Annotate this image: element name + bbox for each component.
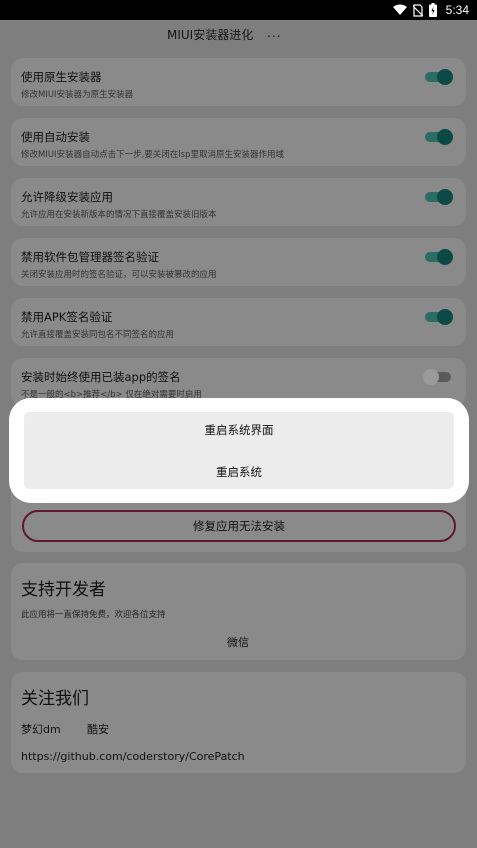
support-card: 支持开发者 此应用将一直保持免费，欢迎各位支持 微信: [11, 563, 466, 660]
setting-title: 允许降级安装应用: [21, 190, 113, 204]
setting-description: 修改MIUI安装器自动点击下一步,要关闭在lsp里取消原生安装器作用域: [21, 150, 284, 160]
clock: 5:34: [445, 3, 469, 17]
disable-apk-signature-toggle[interactable]: [423, 309, 453, 325]
restart-system-button[interactable]: 重启系统: [24, 455, 454, 489]
restart-dialog: 重启系统界面 重启系统: [9, 398, 469, 503]
setting-title: 禁用软件包管理器签名验证: [21, 250, 159, 264]
sim-off-icon: [412, 3, 423, 17]
restart-options: 重启系统界面 重启系统: [24, 412, 454, 489]
setting-description: 允许直接覆盖安装同包名不同签名的应用: [21, 330, 175, 340]
app-bar: MIUI安装器进化 ...: [0, 20, 477, 50]
app-title: MIUI安装器进化: [167, 28, 254, 42]
setting-native-installer[interactable]: 使用原生安装器 修改MIUI安装器为原生安装器: [11, 58, 466, 106]
allow-downgrade-toggle[interactable]: [423, 189, 453, 205]
disable-pm-signature-toggle[interactable]: [423, 249, 453, 265]
setting-allow-downgrade[interactable]: 允许降级安装应用 允许应用在安装新版本的情况下直接覆盖安装旧版本: [11, 178, 466, 226]
wifi-icon: [392, 4, 407, 16]
setting-title: 禁用APK签名验证: [21, 310, 113, 324]
setting-title: 使用原生安装器: [21, 70, 102, 84]
setting-disable-pm-signature[interactable]: 禁用软件包管理器签名验证 关闭安装应用时的签名验证，可以安装被篡改的应用: [11, 238, 466, 286]
wechat-button[interactable]: 微信: [227, 634, 249, 650]
use-installed-signature-toggle[interactable]: [423, 369, 453, 385]
restart-system-ui-button[interactable]: 重启系统界面: [24, 413, 454, 447]
overflow-menu-button[interactable]: ...: [267, 26, 281, 40]
setting-description: 修改MIUI安装器为原生安装器: [21, 90, 134, 100]
setting-description: 允许应用在安装新版本的情况下直接覆盖安装旧版本: [21, 210, 217, 220]
support-heading: 支持开发者: [21, 580, 106, 600]
setting-disable-apk-signature[interactable]: 禁用APK签名验证 允许直接覆盖安装同包名不同签名的应用: [11, 298, 466, 346]
setting-auto-install[interactable]: 使用自动安装 修改MIUI安装器自动点击下一步,要关闭在lsp里取消原生安装器作…: [11, 118, 466, 166]
author-link-kuan[interactable]: 酷安: [87, 721, 109, 737]
native-installer-toggle[interactable]: [423, 69, 453, 85]
auto-install-toggle[interactable]: [423, 129, 453, 145]
follow-card: 关注我们 梦幻dm 酷安 https://github.com/codersto…: [11, 672, 466, 773]
repair-install-button[interactable]: 修复应用无法安装: [22, 510, 456, 542]
setting-title: 安装时始终使用已装app的签名: [21, 370, 181, 384]
setting-description: 关闭安装应用时的签名验证，可以安装被篡改的应用: [21, 270, 217, 280]
battery-charging-icon: [428, 3, 437, 17]
support-text: 此应用将一直保持免费，欢迎各位支持: [21, 610, 166, 620]
setting-title: 使用自动安装: [21, 130, 90, 144]
status-bar: 5:34: [0, 0, 477, 20]
status-icons: 5:34: [392, 2, 469, 18]
follow-heading: 关注我们: [21, 689, 89, 709]
github-link[interactable]: https://github.com/coderstory/CorePatch: [21, 750, 245, 763]
author-link-mengdm[interactable]: 梦幻dm: [21, 721, 61, 737]
